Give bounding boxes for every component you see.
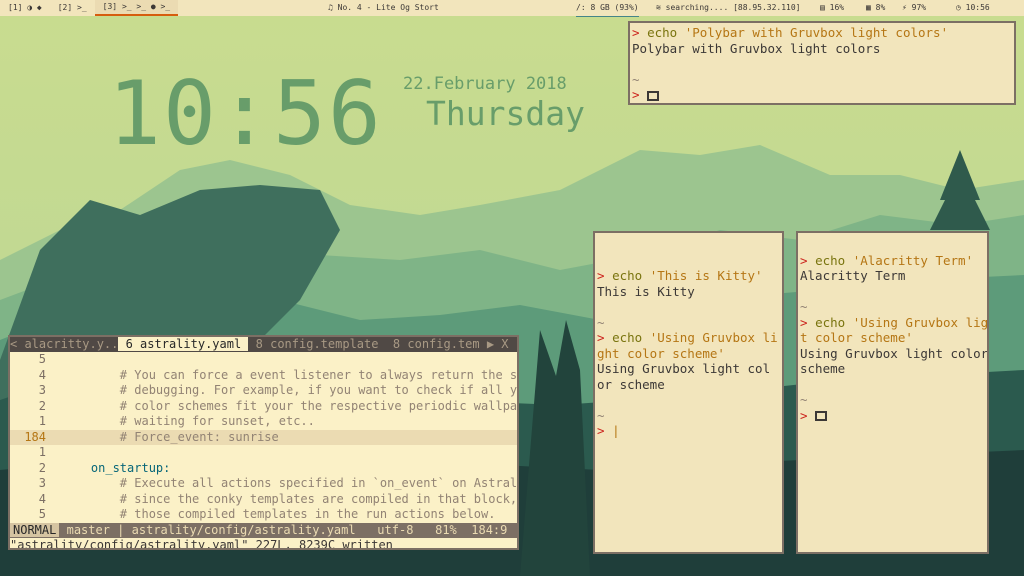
terminal-cursor: [647, 90, 660, 101]
code-line: 4 # since the conky templates are compil…: [38, 491, 518, 506]
clock-icon: ◷: [956, 3, 966, 12]
vim-mode: NORMAL: [10, 522, 60, 537]
code-line: 2 on_startup:: [38, 460, 171, 475]
terminal-cursor: |: [612, 423, 620, 438]
cpu-usage: ▦ 8%: [866, 3, 886, 12]
battery-charging-icon: ⚡: [902, 3, 912, 12]
desktop-date: 22.February 2018: [403, 74, 567, 94]
vim-tab-close[interactable]: ▶ X: [487, 337, 509, 351]
workspace-2[interactable]: [2] >_: [50, 0, 95, 16]
disk-usage: /: 8 GB (93%): [576, 0, 639, 17]
desktop-clock: 10:56: [108, 62, 383, 165]
vim-editor[interactable]: < alacritty.y.. 6 astrality.yaml 8 confi…: [8, 335, 519, 550]
polybar-clock: ◷ 10:56: [956, 3, 990, 12]
workspace-3[interactable]: [3] >_ >_ ● >_: [94, 0, 179, 16]
code-line: 1: [38, 445, 46, 459]
music-icon: ♫: [328, 3, 338, 12]
wifi-status: ≋ searching.... [88.95.32.110]: [656, 3, 801, 12]
code-line: 2 # color schemes fit your the respectiv…: [38, 398, 519, 413]
code-line: 1 # waiting for sunset, etc..: [38, 414, 315, 428]
battery-status: ⚡ 97%: [902, 3, 927, 12]
terminal-polybar[interactable]: > echo 'Polybar with Gruvbox light color…: [628, 21, 1016, 105]
terminal-kitty[interactable]: > echo 'This is Kitty' This is Kitty ~ >…: [593, 231, 784, 554]
memory-usage: ▤ 16%: [820, 3, 845, 12]
workspace-1[interactable]: [1] ◑ ◆: [0, 0, 50, 16]
file-path: astrality/config/astrality.yaml: [131, 522, 356, 537]
terminal-output: Polybar with Gruvbox light colors: [632, 40, 881, 56]
cursor-position: 184:9: [471, 522, 508, 537]
git-branch: master: [66, 522, 110, 537]
vim-tab[interactable]: 8 config.tem: [386, 337, 487, 351]
wifi-icon: ≋: [656, 3, 666, 12]
memory-icon: ▤: [820, 3, 830, 12]
now-playing[interactable]: ♫ No. 4 - Lite Og Stort: [328, 0, 439, 16]
code-line: 5: [38, 352, 46, 366]
terminal-cursor: [815, 411, 828, 421]
vim-tab-active[interactable]: 6 astrality.yaml: [118, 337, 249, 351]
vim-tab[interactable]: 8 config.template: [248, 337, 385, 351]
cpu-icon: ▦: [866, 3, 876, 12]
vim-statusline: NORMAL master | astrality/config/astrali…: [10, 522, 517, 538]
file-encoding: utf-8: [377, 522, 414, 537]
vim-tab[interactable]: < alacritty.y..: [10, 337, 118, 351]
code-line-current: 184 # Force_event: sunrise: [10, 429, 517, 445]
code-line: 3 # debugging. For example, if you want …: [38, 383, 519, 397]
code-line: 5 # those compiled templates in the run …: [38, 507, 496, 521]
desktop-day: Thursday: [426, 94, 585, 133]
code-line: 4 # You can force a event listener to al…: [38, 367, 519, 382]
vim-tabline: < alacritty.y.. 6 astrality.yaml 8 confi…: [10, 337, 517, 352]
scroll-percent: 81%: [435, 522, 457, 537]
vim-cmdline[interactable]: "astrality/config/astrality.yaml" 227L, …: [10, 538, 517, 549]
code-line: 3 # Execute all actions specified in `on…: [38, 476, 519, 490]
terminal-alacritty[interactable]: > echo 'Alacritty Term' Alacritty Term ~…: [796, 231, 989, 554]
